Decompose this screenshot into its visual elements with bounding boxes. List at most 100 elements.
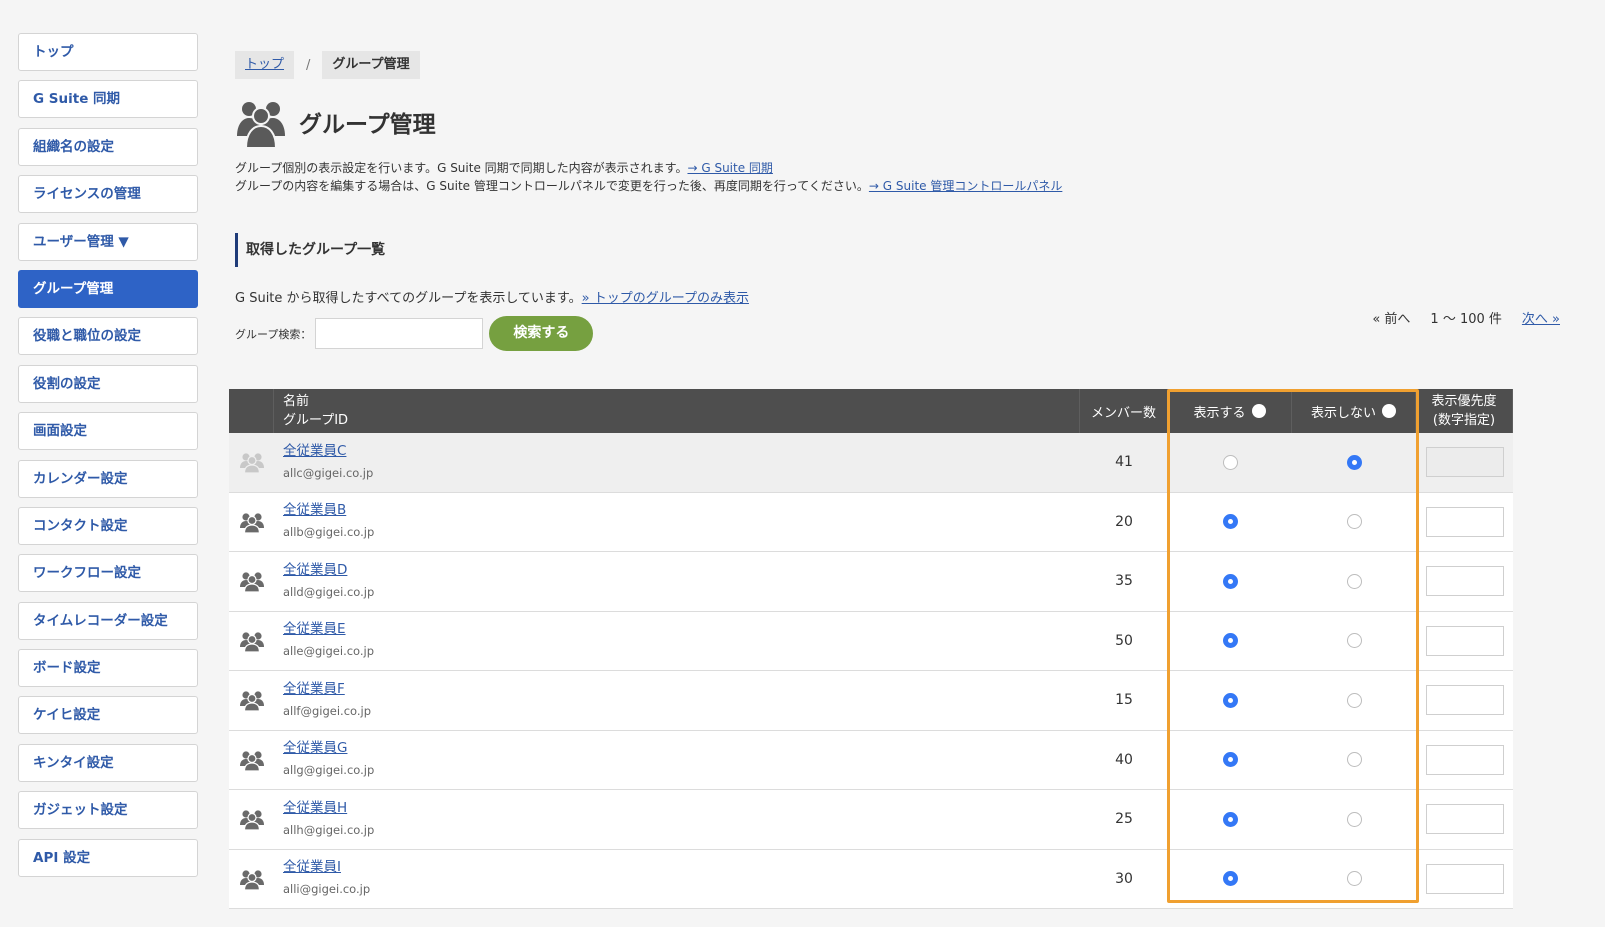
- hide-cell: [1292, 612, 1416, 671]
- member-count-cell: 20: [1080, 493, 1168, 552]
- group-name-link[interactable]: 全従業員E: [283, 620, 346, 639]
- sidebar-item-license[interactable]: ライセンスの管理: [18, 175, 198, 214]
- group-search-input[interactable]: [315, 318, 484, 349]
- sidebar-item-roles[interactable]: 役割の設定: [18, 364, 198, 403]
- header-show-cell: 表示する: [1168, 389, 1292, 433]
- show-radio[interactable]: [1222, 633, 1238, 649]
- hide-radio[interactable]: [1346, 514, 1362, 530]
- breadcrumb-home[interactable]: トップ: [235, 51, 295, 79]
- group-icon: [239, 749, 265, 771]
- table-row: 全従業員D alld@gigei.co.jp 35: [229, 552, 1513, 612]
- show-radio[interactable]: [1222, 514, 1238, 530]
- sidebar-item-group-management[interactable]: グループ管理: [18, 269, 198, 308]
- group-icon-cell: [229, 552, 274, 611]
- hide-radio[interactable]: [1346, 871, 1362, 887]
- sidebar-item-board[interactable]: ボード設定: [18, 649, 198, 688]
- priority-input[interactable]: [1425, 744, 1504, 775]
- gsuite-sync-link[interactable]: → G Suite 同期: [687, 161, 772, 175]
- select-all-show-radio[interactable]: [1251, 404, 1266, 418]
- hide-radio[interactable]: [1346, 692, 1362, 708]
- show-radio[interactable]: [1222, 692, 1238, 708]
- group-icon: [239, 689, 265, 712]
- group-name-cell: 全従業員E alle@gigei.co.jp: [274, 612, 1080, 671]
- group-name-link[interactable]: 全従業員G: [283, 739, 347, 758]
- header-priority-note: (数字指定): [1432, 413, 1496, 428]
- header-hide-cell: 表示しない: [1292, 389, 1416, 433]
- sidebar-item-api[interactable]: API 設定: [18, 838, 198, 877]
- hide-radio[interactable]: [1346, 811, 1362, 827]
- group-icon: [239, 570, 265, 593]
- group-name-link[interactable]: 全従業員B: [283, 501, 346, 520]
- group-name-link[interactable]: 全従業員F: [283, 680, 345, 699]
- group-id: alle@gigei.co.jp: [283, 644, 375, 659]
- show-radio[interactable]: [1222, 454, 1238, 470]
- priority-input[interactable]: [1425, 566, 1504, 597]
- sidebar-item-time-recorder[interactable]: タイムレコーダー設定: [18, 601, 198, 640]
- group-icon-cell: [229, 493, 274, 552]
- main-content: トップ / グループ管理 グループ管理 グループ個別の表示設定を行います。G S…: [235, 50, 1555, 351]
- sidebar-item-calendar[interactable]: カレンダー設定: [18, 459, 198, 498]
- select-all-hide-radio[interactable]: [1382, 404, 1396, 418]
- pagination-next[interactable]: 次へ »: [1522, 308, 1560, 327]
- priority-input[interactable]: [1425, 506, 1504, 537]
- sidebar-item-screen[interactable]: 画面設定: [18, 412, 198, 451]
- priority-input[interactable]: [1425, 625, 1504, 656]
- priority-input[interactable]: [1425, 804, 1504, 835]
- show-radio[interactable]: [1222, 573, 1238, 589]
- table-row: 全従業員G allg@gigei.co.jp 40: [229, 730, 1513, 790]
- sidebar-item-workflow[interactable]: ワークフロー設定: [18, 554, 198, 593]
- header-priority-cell: 表示優先度 (数字指定): [1416, 389, 1513, 433]
- header-priority: 表示優先度: [1431, 394, 1497, 409]
- gsuite-admin-console-link[interactable]: → G Suite 管理コントロールパネル: [869, 179, 1062, 193]
- priority-cell: [1416, 671, 1513, 730]
- table-row: 全従業員E alle@gigei.co.jp 50: [229, 611, 1513, 671]
- show-cell: [1168, 731, 1292, 790]
- group-name-link[interactable]: 全従業員D: [283, 561, 347, 580]
- group-icon: [239, 630, 265, 652]
- priority-input[interactable]: [1425, 863, 1504, 894]
- sidebar-item-positions[interactable]: 役職と職位の設定: [18, 317, 198, 356]
- priority-cell: [1416, 552, 1513, 611]
- group-icon-cell: [229, 731, 274, 790]
- show-radio[interactable]: [1222, 811, 1238, 827]
- member-count: 15: [1115, 692, 1133, 709]
- priority-cell: [1416, 433, 1513, 492]
- sidebar-item-gadget[interactable]: ガジェット設定: [18, 791, 198, 830]
- show-radio[interactable]: [1222, 752, 1238, 768]
- group-search-label: グループ検索：: [235, 327, 312, 341]
- table-row: 全従業員I alli@gigei.co.jp 30: [229, 849, 1513, 909]
- hide-radio[interactable]: [1346, 633, 1362, 649]
- sidebar-item-keihi[interactable]: ケイヒ設定: [18, 696, 198, 735]
- show-cell: [1168, 612, 1292, 671]
- search-button[interactable]: 検索する: [489, 316, 594, 351]
- show-cell: [1168, 850, 1292, 909]
- sidebar-item-gsuite-sync[interactable]: G Suite 同期: [18, 80, 198, 119]
- group-id: allg@gigei.co.jp: [283, 763, 375, 778]
- sidebar-item-user-management[interactable]: ユーザー管理 ▼: [18, 222, 198, 261]
- group-name-link[interactable]: 全従業員C: [283, 442, 346, 461]
- group-icon-cell: [229, 612, 274, 671]
- priority-input[interactable]: [1425, 685, 1504, 716]
- group-name-cell: 全従業員I alli@gigei.co.jp: [274, 850, 1080, 909]
- priority-input[interactable]: [1425, 447, 1504, 478]
- member-count-cell: 25: [1080, 790, 1168, 849]
- sidebar-item-top[interactable]: トップ: [18, 33, 198, 71]
- group-name-cell: 全従業員B allb@gigei.co.jp: [274, 493, 1080, 552]
- table-row: 全従業員F allf@gigei.co.jp 15: [229, 671, 1513, 731]
- sidebar-item-contact[interactable]: コンタクト設定: [18, 506, 198, 545]
- group-name-link[interactable]: 全従業員I: [283, 858, 341, 877]
- hide-radio[interactable]: [1346, 573, 1362, 589]
- sidebar-item-organization-name[interactable]: 組織名の設定: [18, 127, 198, 166]
- header-hide: 表示しない: [1310, 405, 1376, 421]
- sidebar-item-kintai[interactable]: キンタイ設定: [18, 743, 198, 782]
- top-groups-only-link[interactable]: » トップのグループのみ表示: [582, 291, 749, 306]
- table-row: 全従業員C allc@gigei.co.jp 41: [229, 433, 1513, 493]
- hide-cell: [1292, 671, 1416, 730]
- page-description: グループ個別の表示設定を行います。G Suite 同期で同期した内容が表示されま…: [235, 160, 1555, 195]
- group-name-link[interactable]: 全従業員H: [283, 799, 347, 818]
- group-name-cell: 全従業員D alld@gigei.co.jp: [274, 552, 1080, 611]
- group-id: allc@gigei.co.jp: [283, 465, 374, 480]
- hide-radio[interactable]: [1346, 752, 1362, 768]
- show-radio[interactable]: [1222, 871, 1238, 887]
- hide-radio[interactable]: [1346, 454, 1362, 470]
